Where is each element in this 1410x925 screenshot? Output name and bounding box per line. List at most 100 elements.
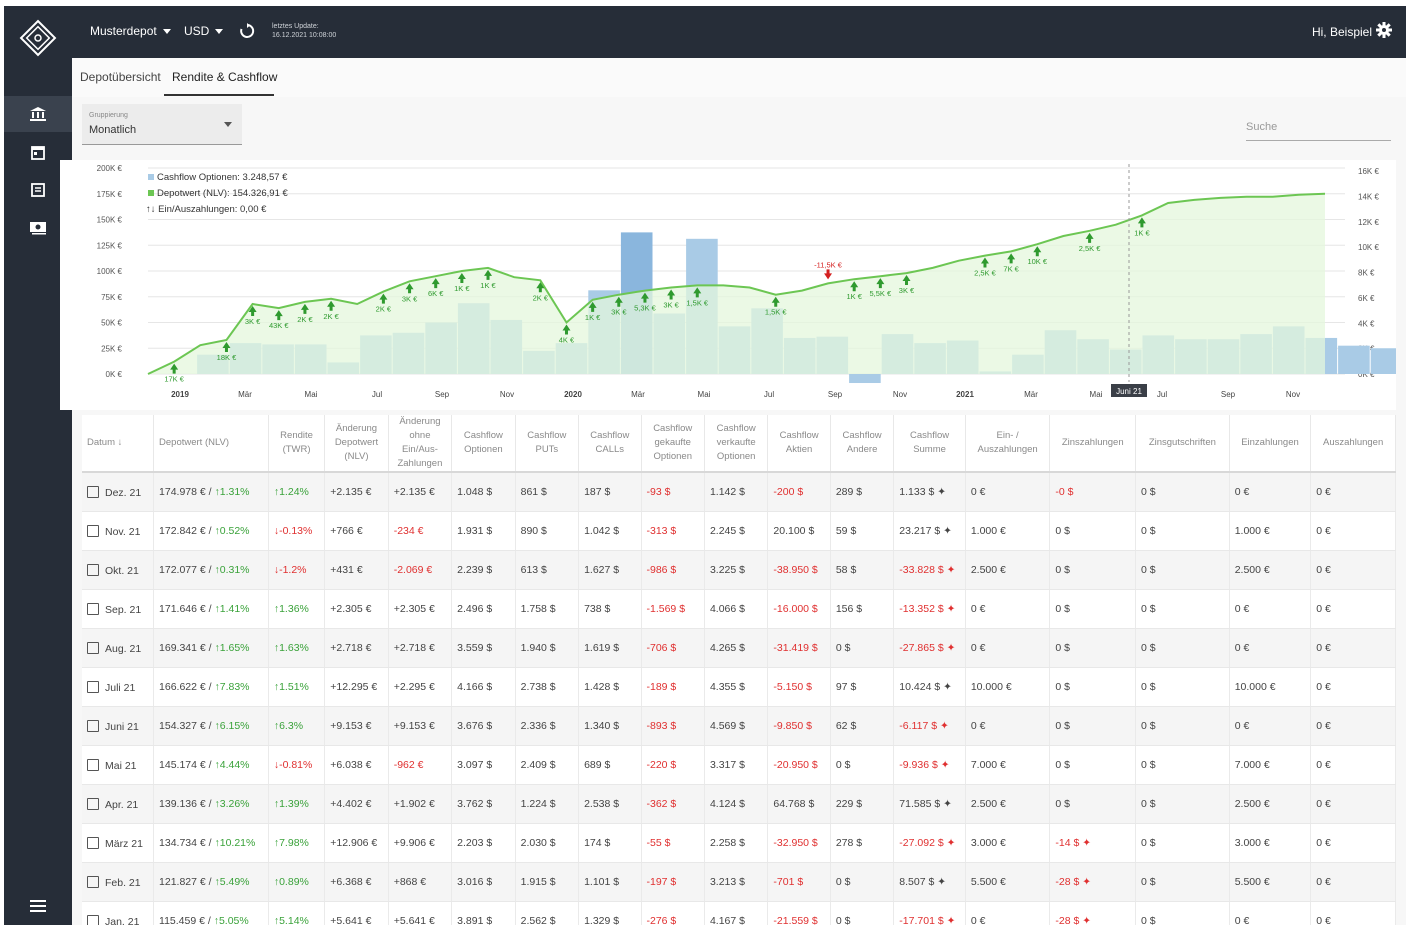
- value-cell: ↑1.24%: [268, 472, 326, 512]
- cell-text: +868 €: [393, 876, 427, 888]
- value-cell: 3.225 $: [704, 550, 769, 590]
- grouping-select[interactable]: Gruppierung Monatlich: [82, 104, 242, 145]
- table-row[interactable]: Aug. 21 169.341 € / ↑1.65% ↑1.63% +2.718 € +…: [82, 628, 1396, 668]
- column-header[interactable]: Cashflow Aktien: [767, 415, 831, 473]
- refresh-icon[interactable]: [239, 23, 255, 39]
- column-header[interactable]: Auszahlungen: [1310, 415, 1396, 473]
- column-header[interactable]: Einzahlungen: [1229, 415, 1312, 473]
- date-cell: Apr. 21: [82, 784, 155, 824]
- table-row[interactable]: Okt. 21 172.077 € / ↑0.31% ↓-1.2% +431 € -2.…: [82, 550, 1396, 590]
- table-row[interactable]: März 21 134.734 € / ↑10.21% ↑7.98% +12.906 …: [82, 823, 1396, 863]
- table-row[interactable]: Juli 21 166.622 € / ↑7.83% ↑1.51% +12.295 €…: [82, 667, 1396, 707]
- table-row[interactable]: Juni 21 154.327 € / ↑6.15% ↑6.3% +9.153 € +9…: [82, 706, 1396, 746]
- nlv-cell: 174.978 € / ↑1.31%: [153, 472, 269, 512]
- column-header[interactable]: Datum ↓: [82, 415, 155, 473]
- cell-text: 0 €: [1316, 681, 1331, 693]
- table-row[interactable]: Jan. 21 115.459 € / ↑5.05% ↑5.14% +5.641 € +…: [82, 901, 1396, 925]
- date-cell: Sep. 21: [82, 589, 155, 629]
- cell-text: -701 $: [773, 876, 804, 888]
- column-header[interactable]: Cashflow PUTs: [515, 415, 580, 473]
- logo-icon[interactable]: [18, 18, 58, 58]
- column-header[interactable]: Rendite (TWR): [268, 415, 326, 473]
- value-cell: 0 €: [1310, 628, 1396, 668]
- value-cell: 3.097 $: [451, 745, 516, 785]
- column-header[interactable]: Zinszahlungen: [1049, 415, 1137, 473]
- row-checkbox[interactable]: [87, 797, 99, 810]
- menu-icon[interactable]: [4, 888, 72, 924]
- table-row[interactable]: Dez. 21 174.978 € / ↑1.31% ↑1.24% +2.135 € +…: [82, 472, 1396, 512]
- row-checkbox[interactable]: [87, 602, 99, 615]
- cell-text: 0 €: [1316, 798, 1331, 810]
- table-row[interactable]: Sep. 21 171.646 € / ↑1.41% ↑1.36% +2.305 € +…: [82, 589, 1396, 629]
- cell-text: 3.762 $: [457, 798, 493, 810]
- table-row[interactable]: Mai 21 145.174 € / ↑4.44% ↓-0.81% +6.038 € -…: [82, 745, 1396, 785]
- date-label: Apr. 21: [105, 798, 139, 811]
- value-cell: 0 $: [1135, 862, 1230, 902]
- twr-total: ↑7.83%: [214, 681, 250, 693]
- value-cell: ↑1.39%: [268, 784, 326, 824]
- value-cell: 1.931 $: [451, 511, 516, 551]
- value-cell: 4.066 $: [704, 589, 769, 629]
- row-checkbox[interactable]: [87, 485, 99, 498]
- row-checkbox[interactable]: [87, 680, 99, 693]
- value-cell: 0 €: [965, 706, 1051, 746]
- value-cell: 174 $: [578, 823, 642, 863]
- right-axis-tick: 6K €: [1358, 294, 1375, 303]
- value-cell: 1.042 $: [578, 511, 642, 551]
- nlv-cell: 169.341 € / ↑1.65%: [153, 628, 269, 668]
- column-header[interactable]: Cashflow Optionen: [451, 415, 516, 473]
- value-cell: 289 $: [830, 472, 895, 512]
- table-row[interactable]: Feb. 21 121.827 € / ↑5.49% ↑0.89% +6.368 € +…: [82, 862, 1396, 902]
- tab-rendite-cashflow[interactable]: Rendite & Cashflow: [172, 70, 277, 84]
- row-checkbox[interactable]: [87, 875, 99, 888]
- nav-bank-icon[interactable]: [4, 96, 72, 132]
- portfolio-dropdown[interactable]: Musterdepot: [90, 24, 171, 38]
- row-checkbox[interactable]: [87, 758, 99, 771]
- update-time: 16.12.2021 10:08:00: [272, 32, 337, 39]
- row-checkbox[interactable]: [87, 563, 99, 576]
- column-header[interactable]: Cashflow Andere: [830, 415, 895, 473]
- row-checkbox[interactable]: [87, 719, 99, 732]
- tab-depotuebersicht[interactable]: Depotübersicht: [80, 70, 161, 84]
- x-axis-tick: Mär: [1024, 390, 1038, 399]
- column-header[interactable]: Änderung ohne Ein/Aus-Zahlungen: [388, 415, 453, 473]
- column-header[interactable]: Depotwert (NLV): [153, 415, 269, 473]
- nlv-value: 166.622 € /: [159, 681, 215, 693]
- column-header[interactable]: Cashflow gekaufte Optionen: [641, 415, 705, 473]
- cell-text: -986 $: [646, 564, 677, 576]
- date-cell: Jan. 21: [82, 901, 155, 925]
- value-cell: -28 $ ✦: [1049, 862, 1137, 902]
- gear-icon[interactable]: [1376, 22, 1392, 38]
- cell-text: 1.224 $: [520, 798, 556, 810]
- cell-text: 890 $: [520, 525, 547, 537]
- table-row[interactable]: Apr. 21 139.136 € / ↑3.26% ↑1.39% +4.402 € +…: [82, 784, 1396, 824]
- cell-text: 59 $: [835, 525, 857, 537]
- row-checkbox[interactable]: [87, 524, 99, 537]
- column-header[interactable]: Cashflow verkaufte Optionen: [704, 415, 769, 473]
- row-checkbox[interactable]: [87, 914, 99, 925]
- value-cell: 0 $: [1049, 745, 1137, 785]
- cell-text: 2.030 $: [520, 837, 556, 849]
- column-header[interactable]: Cashflow CALLs: [578, 415, 642, 473]
- value-cell: ↑6.3%: [268, 706, 326, 746]
- row-checkbox[interactable]: [87, 836, 99, 849]
- column-header[interactable]: Cashflow Summe: [893, 415, 966, 473]
- cell-text: -189 $: [646, 681, 677, 693]
- value-cell: 3.213 $: [704, 862, 769, 902]
- table-row[interactable]: Nov. 21 172.842 € / ↑0.52% ↓-0.13% +766 € -2…: [82, 511, 1396, 551]
- search-input[interactable]: Suche: [1246, 121, 1391, 141]
- value-cell: 1.758 $: [515, 589, 580, 629]
- column-header[interactable]: Änderung Depotwert (NLV): [324, 415, 389, 473]
- value-cell: -986 $: [641, 550, 705, 590]
- currency-dropdown[interactable]: USD: [184, 24, 224, 38]
- row-checkbox[interactable]: [87, 641, 99, 654]
- cashflow-label: 7K €: [1003, 264, 1019, 273]
- value-cell: 0 €: [1310, 745, 1396, 785]
- value-cell: 5.500 €: [965, 862, 1051, 902]
- value-cell: 2.500 €: [965, 550, 1051, 590]
- column-header[interactable]: Zinsgutschriften: [1135, 415, 1230, 473]
- value-cell: 0 €: [965, 472, 1051, 512]
- legend-deposits: ↑↓ Ein/Auszahlungen: 0,00 €: [146, 204, 267, 215]
- x-axis-tick: Jul: [372, 390, 382, 399]
- column-header[interactable]: Ein- / Auszahlungen: [965, 415, 1051, 473]
